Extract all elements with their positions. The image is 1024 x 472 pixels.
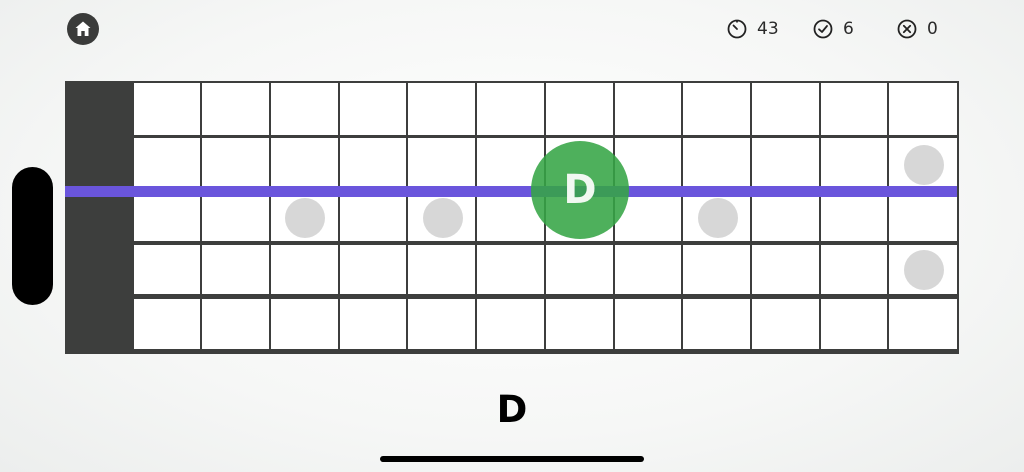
prompt-note: D <box>496 388 528 431</box>
fret-inlay <box>904 145 944 185</box>
wrong-value: 0 <box>927 19 938 39</box>
target-note-marker[interactable]: D <box>531 141 629 239</box>
x-circle-icon <box>897 19 917 39</box>
fret-line <box>887 83 889 349</box>
fret-line <box>406 83 408 349</box>
fret-line <box>475 83 477 349</box>
correct-value: 6 <box>843 19 854 39</box>
fret-inlay <box>698 198 738 238</box>
home-indicator[interactable] <box>380 456 644 462</box>
fret-line <box>269 83 271 349</box>
string-line <box>134 294 957 299</box>
side-handle[interactable] <box>12 167 53 305</box>
check-circle-icon <box>813 19 833 39</box>
fretboard[interactable]: D <box>65 81 959 354</box>
target-note-label: D <box>563 167 597 213</box>
timer-value: 43 <box>757 19 779 39</box>
home-icon <box>75 21 91 36</box>
correct-stat: 6 <box>812 17 854 41</box>
highlighted-string <box>65 186 957 197</box>
fret-line <box>681 83 683 349</box>
wrong-stat: 0 <box>896 17 938 41</box>
fret-line <box>338 83 340 349</box>
fret-line <box>750 83 752 349</box>
timer-stat: 43 <box>726 17 779 41</box>
stats-bar: 43 6 0 <box>726 17 966 41</box>
fret-line <box>819 83 821 349</box>
string-line <box>134 135 957 138</box>
fret-inlay <box>904 250 944 290</box>
home-button[interactable] <box>67 13 99 45</box>
fretboard-nut <box>65 83 134 349</box>
fret-line <box>200 83 202 349</box>
fret-inlay <box>285 198 325 238</box>
string-line <box>134 241 957 245</box>
timer-icon <box>727 19 747 39</box>
fret-inlay <box>423 198 463 238</box>
